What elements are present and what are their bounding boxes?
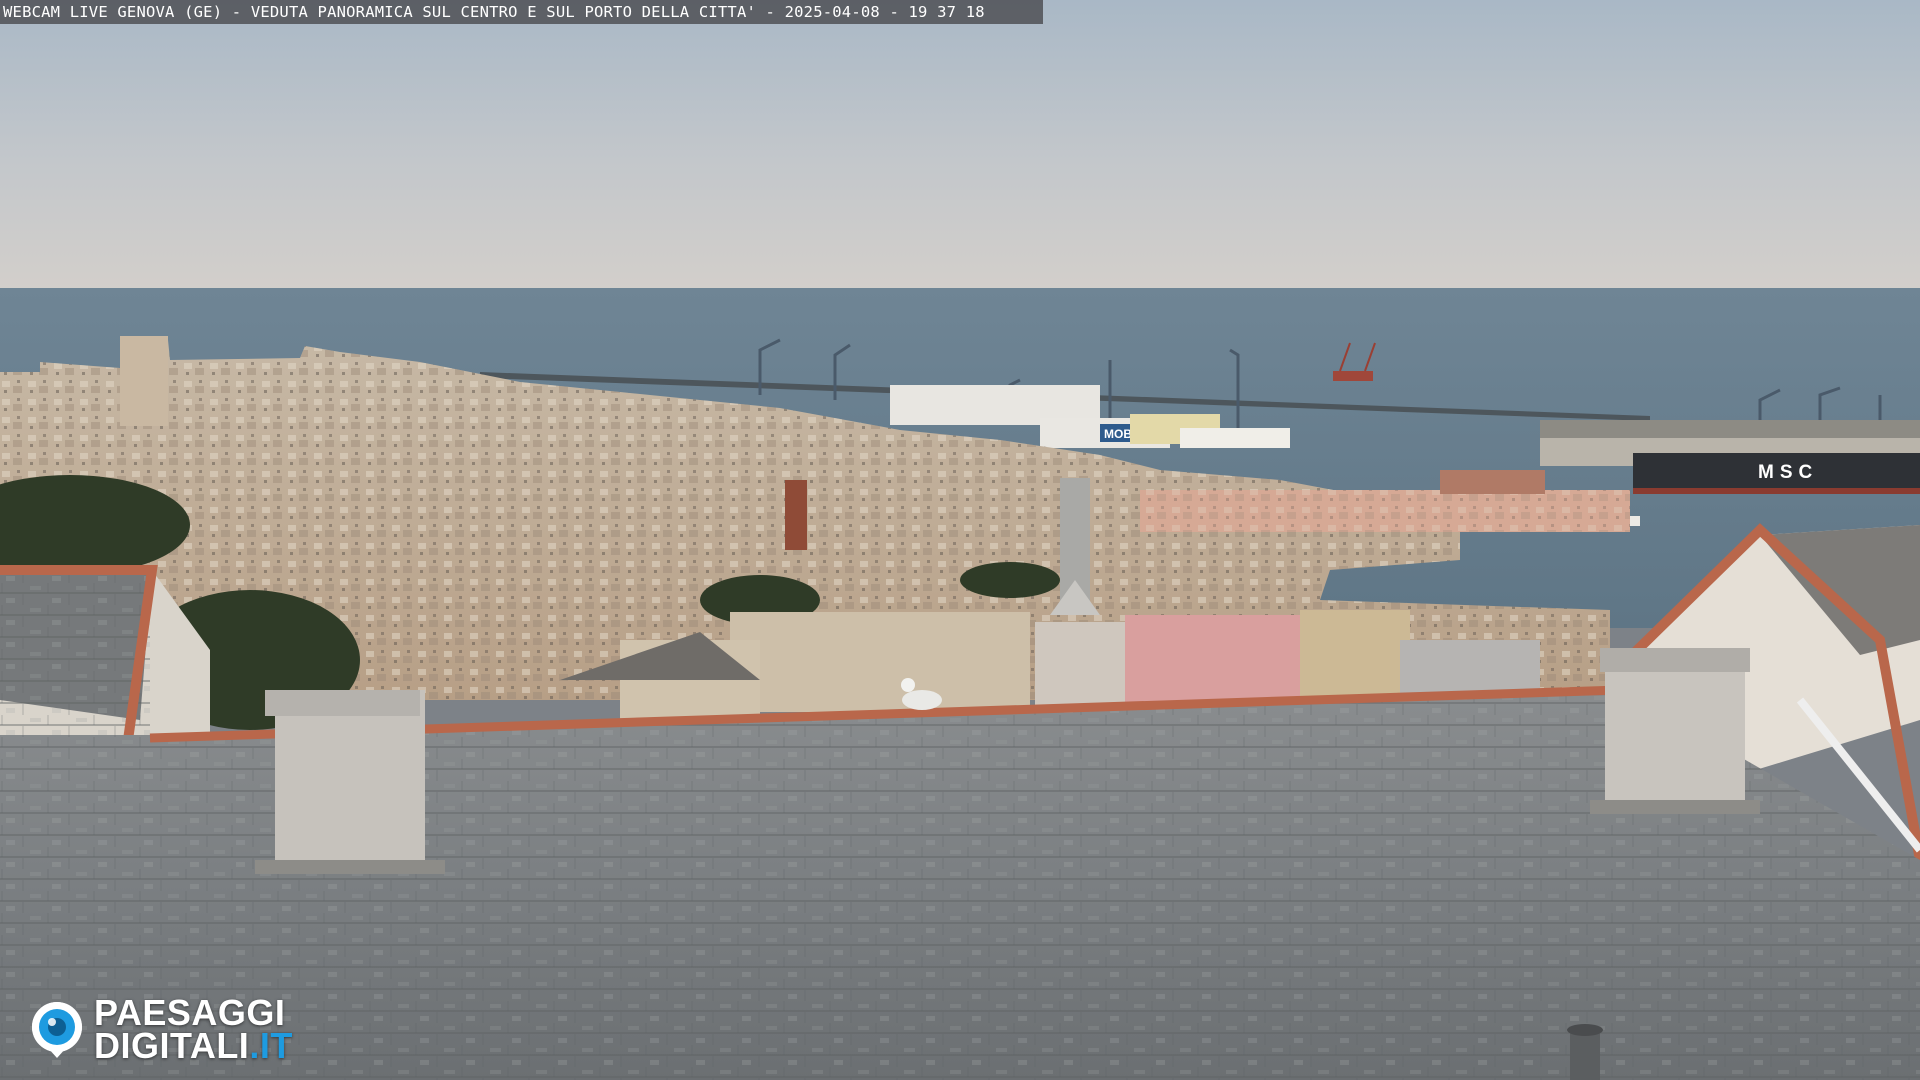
- roof-vent: [1567, 1024, 1603, 1080]
- watermark-text: PAESAGGI DIGITALI.IT: [94, 995, 293, 1064]
- tower-left: [120, 336, 168, 426]
- red-tower: [785, 480, 807, 550]
- sky: [0, 0, 1920, 292]
- ship-hull-label: MSC: [1758, 462, 1818, 483]
- watermark-line2-word: DIGITALI: [94, 1025, 250, 1066]
- webcam-caption: WEBCAM LIVE GENOVA (GE) - VEDUTA PANORAM…: [0, 0, 1043, 24]
- watermark-tld: .IT: [249, 1025, 293, 1066]
- watermark-line2: DIGITALI.IT: [94, 1028, 293, 1064]
- camera-lens-icon: [31, 1002, 82, 1058]
- webcam-panorama-view: MOBY MSC: [0, 0, 1920, 1080]
- watermark-logo: PAESAGGI DIGITALI.IT: [26, 994, 293, 1064]
